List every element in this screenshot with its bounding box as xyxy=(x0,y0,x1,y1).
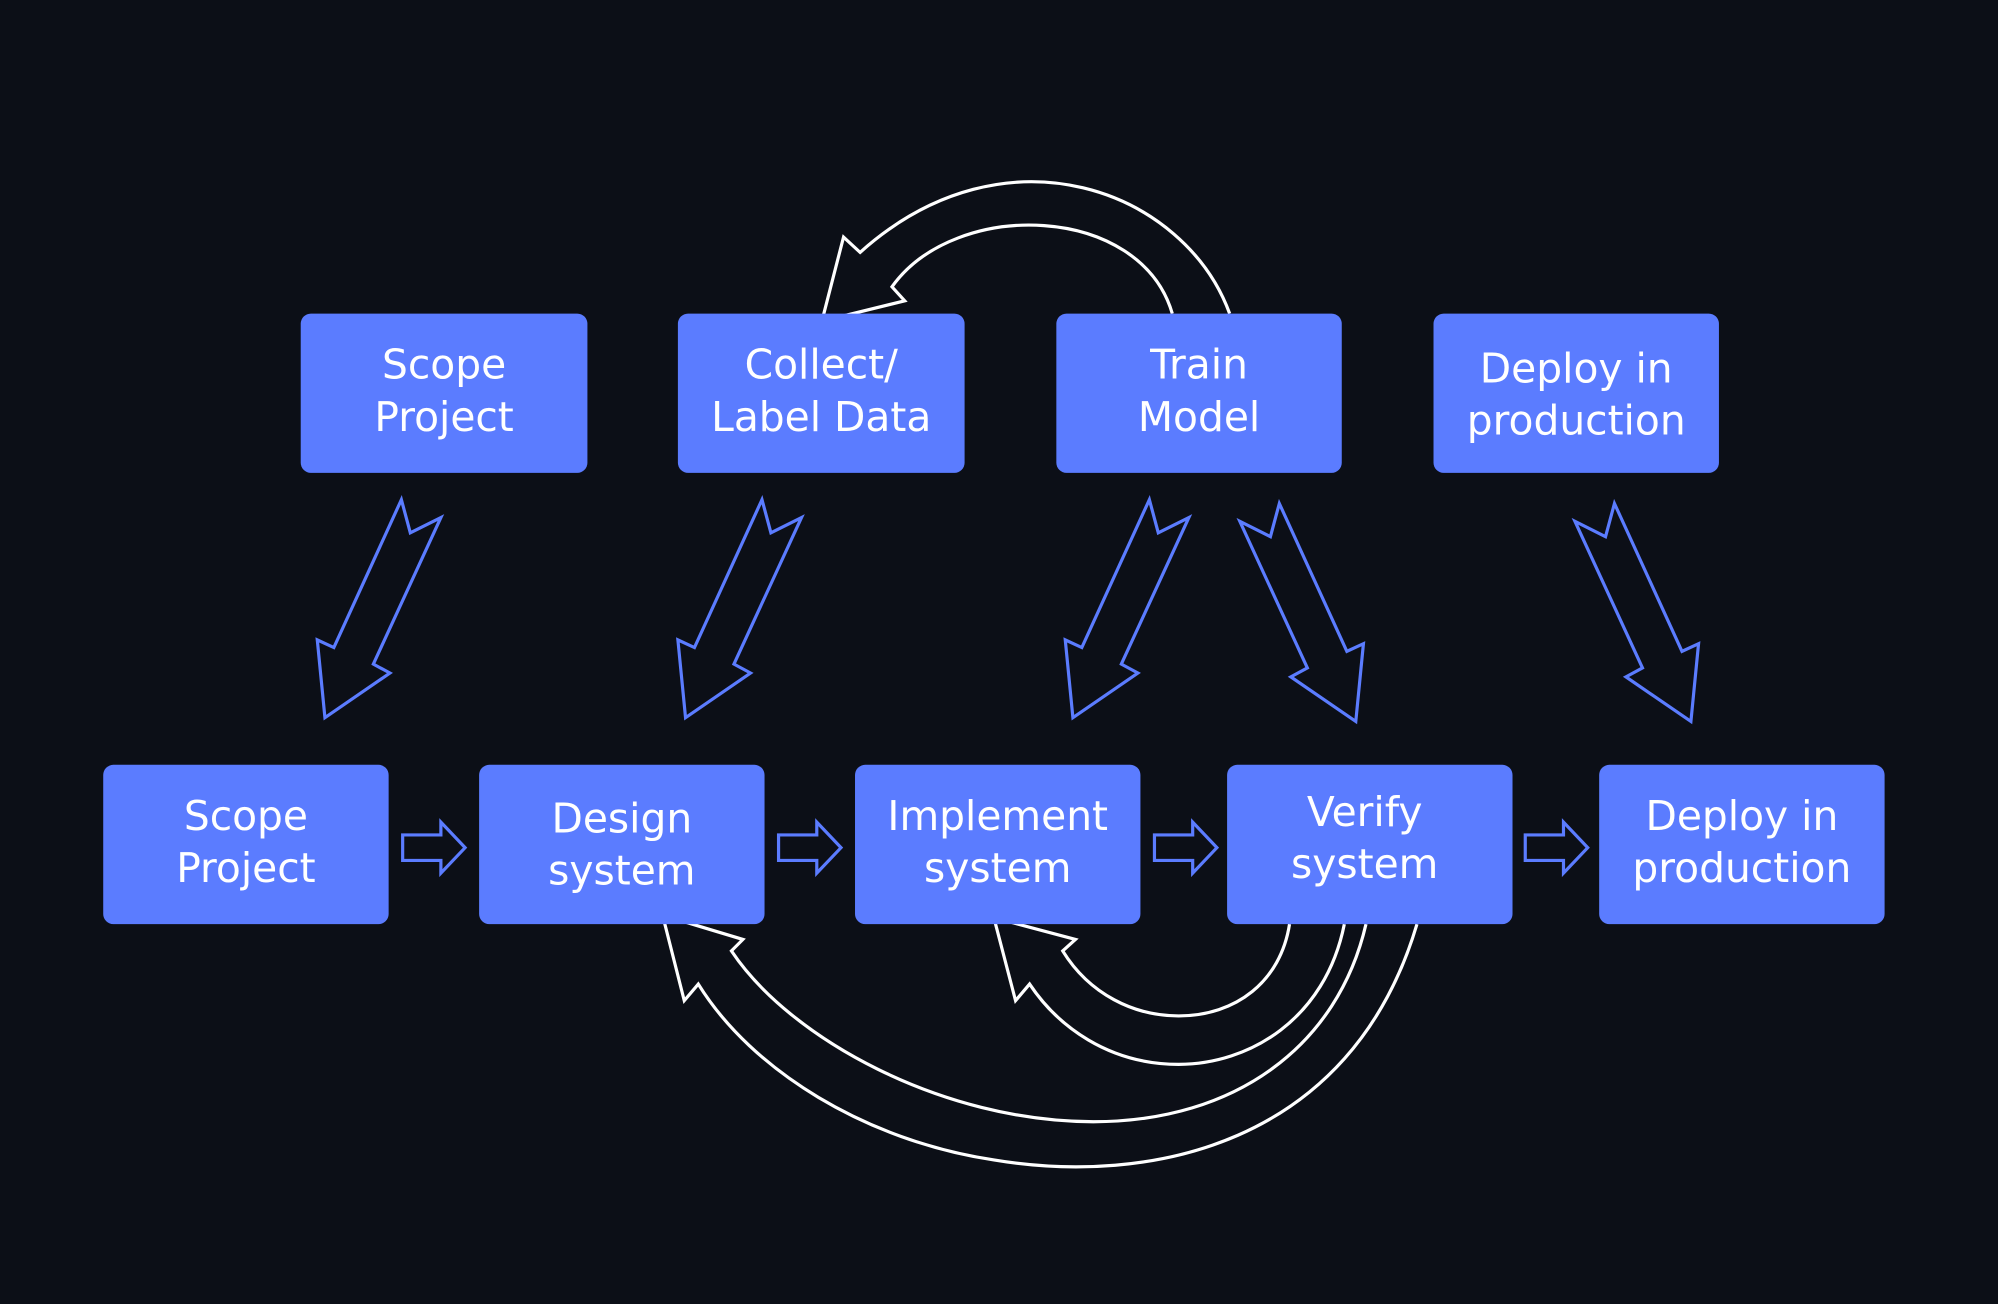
top-box-train-model: Train Model xyxy=(1056,313,1342,473)
bottom-box-scope-project: Scope Project xyxy=(103,764,389,925)
top-box-collect-label-data: Collect/Label Data xyxy=(677,313,965,473)
bottom-box-deploy-in-production: Deploy in production xyxy=(1599,764,1885,925)
bottom-box-implement-system: Implement system xyxy=(855,764,1141,925)
ml-vs-software-lifecycle-diagram: Scope Project Collect/Label Data Train Mod… xyxy=(0,0,1998,1304)
top-box-scope-project: Scope Project xyxy=(300,313,588,473)
bottom-box-design-system: Design system xyxy=(479,764,765,925)
bottom-box-verify-system: Verify system xyxy=(1227,764,1513,925)
top-box-deploy-in-production: Deploy in production xyxy=(1433,313,1719,473)
